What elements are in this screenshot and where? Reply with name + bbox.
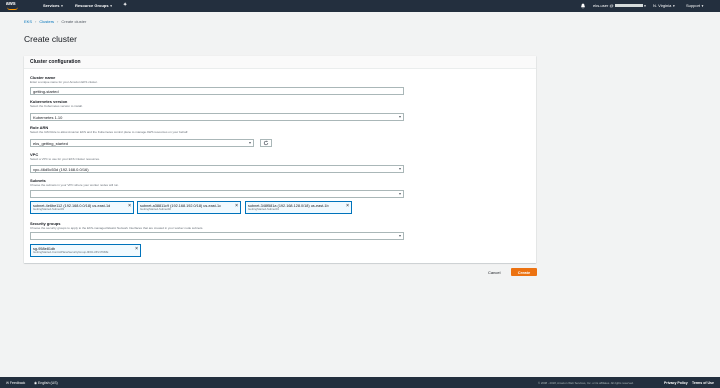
support-label: Support [686,3,701,8]
bell-icon[interactable] [580,3,586,9]
dropdown-caret-icon [399,168,401,170]
subnet-token: subnet-a38811c9 (192.168.192.0/18) us-ea… [137,201,241,214]
cluster-name-field: Cluster name Enter a unique name for you… [30,75,98,84]
feedback-icon: ✉ [6,380,9,385]
vpc-field: VPC Select a VPC to use for your EKS Clu… [30,152,100,161]
subnet-token-name: GettingStarted-Subnet01 [248,207,279,211]
breadcrumb-separator-icon: › [57,19,59,24]
support-menu[interactable]: Support▼ [686,3,704,8]
resource-groups-menu[interactable]: Resource Groups▼ [75,3,113,8]
chevron-down-icon: ▼ [109,4,113,8]
feedback-label: Feedback [9,380,26,385]
chevron-down-icon: ▼ [701,4,704,8]
security-group-token: sg-958e81db GettingStarted-ControlPlaneS… [30,244,141,257]
vpc-value: vpc-46d5c53d (192.168.0.0/16) [33,166,89,172]
breadcrumb-separator-icon: › [35,19,37,24]
breadcrumb-clusters[interactable]: Clusters [39,19,54,24]
subnets-description: Choose the subnets in your VPC where you… [30,182,120,187]
account-menu[interactable]: eks-user @ ▼ [593,3,647,8]
kubernetes-version-value: Kubernetes 1.10 [33,114,63,120]
subnets-field: Subnets Choose the subnets in your VPC w… [30,178,120,187]
services-menu-label: Services [43,3,60,8]
remove-subnet-icon[interactable]: × [128,203,131,209]
feedback-link[interactable]: ✉ Feedback [6,381,25,385]
role-arn-select[interactable]: eks_getting_started [30,139,254,147]
privacy-policy-link[interactable]: Privacy Policy [664,381,688,385]
cluster-name-description: Enter a unique name for your Amazon EKS … [30,79,98,84]
resource-groups-menu-label: Resource Groups [75,3,109,8]
panel-title: Cluster configuration [24,56,536,69]
copyright-text: © 2008 - 2018, Amazon Web Services, Inc.… [538,381,634,385]
language-selector[interactable]: ◉ English (US) [34,381,58,385]
chevron-down-icon: ▼ [643,4,647,8]
breadcrumb-eks[interactable]: EKS [24,19,32,24]
refresh-icon [263,140,269,146]
dropdown-caret-icon [399,116,401,118]
vpc-description: Select a VPC to use for your EKS Cluster… [30,156,100,161]
breadcrumb-current: Create cluster [61,19,87,24]
subnets-select[interactable] [30,190,404,198]
bottom-bar: ✉ Feedback ◉ English (US) © 2008 - 2018,… [0,377,720,388]
top-navigation-bar: aws Services▼ Resource Groups▼ ✦ eks-use… [0,0,720,12]
cancel-button[interactable]: Cancel [488,270,500,275]
globe-icon: ◉ [34,380,38,385]
role-arn-field: Role ARN Select the IAM Role to allow Am… [30,125,189,134]
subnet-token: subnet-348f581a (192.168.128.0/18) us-ea… [245,201,352,214]
kubernetes-version-description: Select the Kubernetes version to install… [30,103,83,108]
create-button[interactable]: Create [511,268,537,276]
page-title: Create cluster [24,34,77,44]
subnet-token-name: GettingStarted-Subnet03 [33,207,64,211]
aws-logo-smile-icon [7,7,18,10]
region-label: N. Virginia [653,3,672,8]
chevron-down-icon: ▼ [672,4,676,8]
dropdown-caret-icon [399,193,401,195]
security-groups-select[interactable] [30,232,404,240]
breadcrumb: EKS › Clusters › Create cluster [24,19,86,24]
security-group-token-name: GettingStarted-ControlPlaneSecurityGroup… [33,250,109,254]
pin-icon[interactable]: ✦ [123,2,127,8]
cluster-name-input[interactable]: getting-started [30,87,404,95]
language-label: English (US) [38,380,58,385]
remove-subnet-icon[interactable]: × [346,203,349,209]
role-arn-value: eks_getting_started [33,140,68,146]
kubernetes-version-field: Kubernetes version Select the Kubernetes… [30,99,83,108]
subnet-token-name: GettingStarted-Subnet02 [140,207,171,211]
region-menu[interactable]: N. Virginia▼ [653,3,675,8]
cluster-configuration-panel: Cluster configuration Cluster name Enter… [24,56,536,263]
remove-security-group-icon[interactable]: × [135,246,138,252]
refresh-roles-button[interactable] [260,139,272,147]
dropdown-caret-icon [399,235,401,237]
account-name: eks-user @ [593,3,614,8]
aws-logo[interactable]: aws [6,2,20,10]
vpc-select[interactable]: vpc-46d5c53d (192.168.0.0/16) [30,165,404,173]
role-arn-description: Select the IAM Role to allow Amazon EKS … [30,129,189,134]
kubernetes-version-select[interactable]: Kubernetes 1.10 [30,113,404,121]
subnet-token: subnet-4e6be112 (192.168.0.0/18) us-east… [30,201,134,214]
security-groups-description: Choose the security groups to apply to t… [30,225,204,230]
redacted-account-id [614,4,643,8]
dropdown-caret-icon [249,142,251,144]
remove-subnet-icon[interactable]: × [235,203,238,209]
security-groups-field: Security groups Choose the security grou… [30,221,204,230]
chevron-down-icon: ▼ [60,4,64,8]
services-menu[interactable]: Services▼ [43,3,63,8]
terms-of-use-link[interactable]: Terms of Use [692,381,714,385]
